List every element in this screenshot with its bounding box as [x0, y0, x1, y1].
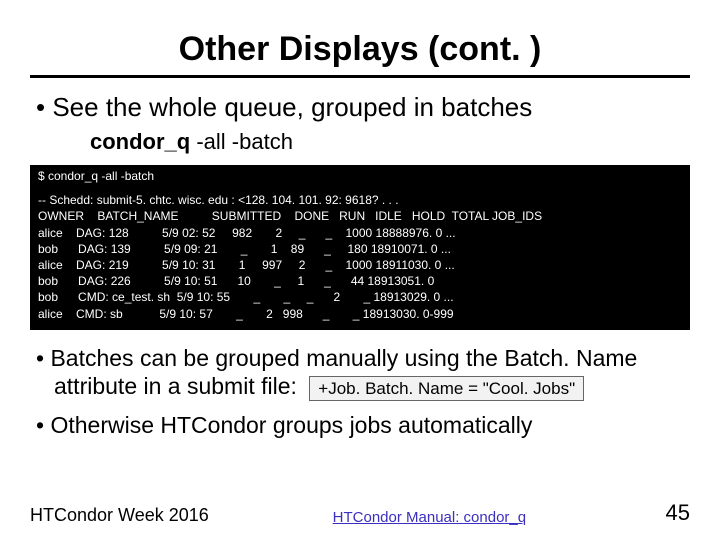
footer-manual-link[interactable]: HTCondor Manual: condor_q — [209, 509, 650, 526]
title-divider — [30, 75, 690, 78]
terminal-prompt: $ condor_q -all -batch — [38, 168, 682, 184]
slide-number: 45 — [650, 500, 690, 526]
bullet-auto-group: Otherwise HTCondor groups jobs automatic… — [30, 411, 690, 440]
terminal-line: alice CMD: sb 5/9 10: 57 _ 2 998 _ _ 189… — [38, 307, 454, 321]
footer-left: HTCondor Week 2016 — [30, 505, 209, 526]
command-args: -all -batch — [190, 129, 293, 154]
slide-title: Other Displays (cont. ) — [30, 30, 690, 69]
footer: HTCondor Week 2016 HTCondor Manual: cond… — [0, 500, 720, 526]
terminal-line: alice DAG: 219 5/9 10: 31 1 997 2 _ 1000… — [38, 258, 455, 272]
terminal-line: alice DAG: 128 5/9 02: 52 982 2 _ _ 1000… — [38, 226, 456, 240]
bullet-batch-name: Batches can be grouped manually using th… — [30, 344, 690, 402]
command-line: condor_q -all -batch — [90, 129, 690, 155]
terminal-line: -- Schedd: submit-5. chtc. wisc. edu : <… — [38, 193, 399, 207]
terminal-line: bob DAG: 139 5/9 09: 21 _ 1 89 _ 180 189… — [38, 242, 451, 256]
attr-box: +Job. Batch. Name = "Cool. Jobs" — [309, 376, 584, 401]
terminal-line: OWNER BATCH_NAME SUBMITTED DONE RUN IDLE… — [38, 209, 542, 223]
terminal-line: bob CMD: ce_test. sh 5/9 10: 55 _ _ _ 2 … — [38, 290, 454, 304]
slide: Other Displays (cont. ) See the whole qu… — [0, 0, 720, 540]
terminal-output: $ condor_q -all -batch -- Schedd: submit-… — [30, 165, 690, 330]
command-name: condor_q — [90, 129, 190, 154]
bullet-see-queue: See the whole queue, grouped in batches — [30, 92, 690, 123]
terminal-line: bob DAG: 226 5/9 10: 51 10 _ 1 _ 44 1891… — [38, 274, 434, 288]
